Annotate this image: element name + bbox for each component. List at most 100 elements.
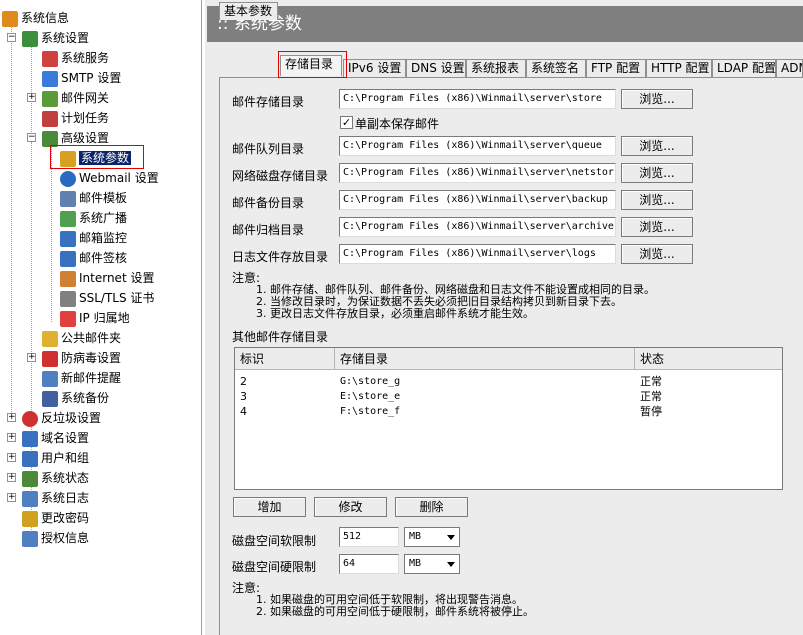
- webmail-icon: [60, 170, 76, 187]
- sidebar-item-ip-location[interactable]: IP 归属地: [60, 308, 130, 328]
- new-mail-icon: [42, 370, 58, 387]
- sidebar-item-antispam[interactable]: 反垃圾设置: [22, 408, 101, 428]
- note-line: 3. 更改日志文件存放目录，必须重启邮件系统才能生效。: [256, 307, 534, 320]
- sidebar-item-schedule[interactable]: 计划任务: [42, 108, 109, 128]
- browse-button[interactable]: 浏览...: [621, 89, 693, 109]
- row-id: 3: [240, 390, 247, 403]
- monitor-icon: [60, 230, 76, 247]
- sidebar-item-domain[interactable]: 域名设置: [22, 428, 89, 448]
- delete-button[interactable]: 删除: [395, 497, 468, 517]
- internet-icon: [60, 270, 76, 287]
- note-line: 2. 如果磁盘的可用空间低于硬限制，邮件系统将被停止。: [256, 605, 534, 618]
- sidebar-item-label: 用户和组: [41, 451, 90, 465]
- sidebar-item-broadcast[interactable]: 系统广播: [60, 208, 127, 228]
- sidebar-item-ssl[interactable]: SSL/TLS 证书: [60, 288, 154, 308]
- tab-signature[interactable]: 系统签名: [526, 59, 586, 77]
- logs-label: 日志文件存放目录: [232, 250, 329, 264]
- sidebar-item-label: 系统日志: [41, 491, 90, 505]
- row-path: G:\store_g: [340, 376, 401, 387]
- tab-adm[interactable]: ADM: [776, 59, 803, 77]
- tab-ftp[interactable]: FTP 配置: [586, 59, 646, 77]
- expand-toggle[interactable]: +: [7, 433, 16, 442]
- sidebar-item-public-folder[interactable]: 公共邮件夹: [42, 328, 121, 348]
- selected-unit: MB: [409, 558, 422, 569]
- browse-button[interactable]: 浏览...: [621, 217, 693, 237]
- tab-ipv6[interactable]: IPv6 设置: [343, 59, 406, 77]
- other-storage-title: 其他邮件存储目录: [232, 330, 329, 344]
- mail-store-input[interactable]: C:\Program Files (x86)\Winmail\server\st…: [339, 89, 616, 109]
- netstore-input[interactable]: C:\Program Files (x86)\Winmail\server\ne…: [339, 163, 616, 183]
- single-copy-checkbox[interactable]: ✓: [340, 116, 353, 129]
- sidebar-item-status[interactable]: 系统状态: [22, 468, 89, 488]
- browse-button[interactable]: 浏览...: [621, 244, 693, 264]
- hard-limit-unit-select[interactable]: MB: [404, 554, 460, 574]
- sidebar-item-antivirus[interactable]: 防病毒设置: [42, 348, 121, 368]
- sidebar-item-smtp[interactable]: SMTP 设置: [42, 68, 121, 88]
- sidebar-item-users[interactable]: 用户和组: [22, 448, 89, 468]
- column-header-path[interactable]: 存储目录: [335, 348, 635, 370]
- backup-input[interactable]: C:\Program Files (x86)\Winmail\server\ba…: [339, 190, 616, 210]
- sidebar-item-label: 系统设置: [41, 31, 90, 45]
- queue-input[interactable]: C:\Program Files (x86)\Winmail\server\qu…: [339, 136, 616, 156]
- sidebar-item-label: 计划任务: [61, 111, 110, 125]
- row-path: F:\store_f: [340, 406, 401, 417]
- sidebar-item-system-settings[interactable]: 系统设置: [22, 28, 89, 48]
- expand-toggle[interactable]: +: [7, 473, 16, 482]
- table-row[interactable]: 4 F:\store_f 暂停: [235, 404, 782, 419]
- row-id: 4: [240, 405, 247, 418]
- sidebar-item-label: IP 归属地: [79, 311, 130, 325]
- sidebar-item-new-mail[interactable]: 新邮件提醒: [42, 368, 121, 388]
- expand-toggle[interactable]: +: [7, 413, 16, 422]
- browse-button[interactable]: 浏览...: [621, 136, 693, 156]
- column-header-id[interactable]: 标识: [235, 348, 335, 370]
- edit-button[interactable]: 修改: [314, 497, 387, 517]
- sidebar-item-label: Internet 设置: [79, 271, 155, 285]
- other-storage-table[interactable]: 标识 存储目录 状态 2 G:\store_g 正常 3 E:\store_e …: [234, 347, 783, 490]
- row-id: 2: [240, 375, 247, 388]
- column-header-status[interactable]: 状态: [635, 348, 782, 370]
- sidebar-item-license[interactable]: 授权信息: [22, 528, 89, 548]
- add-button[interactable]: 增加: [233, 497, 306, 517]
- archive-input[interactable]: C:\Program Files (x86)\Winmail\server\ar…: [339, 217, 616, 237]
- browse-button[interactable]: 浏览...: [621, 163, 693, 183]
- tab-basic-params[interactable]: 基本参数: [219, 2, 278, 20]
- expand-toggle[interactable]: +: [7, 493, 16, 502]
- sidebar-item-gateway[interactable]: 邮件网关: [42, 88, 109, 108]
- tab-http[interactable]: HTTP 配置: [646, 59, 712, 77]
- logs-input[interactable]: C:\Program Files (x86)\Winmail\server\lo…: [339, 244, 616, 264]
- soft-limit-input[interactable]: 512: [339, 527, 399, 547]
- broadcast-icon: [60, 210, 76, 227]
- table-row[interactable]: 2 G:\store_g 正常: [235, 374, 782, 389]
- sidebar-item-internet[interactable]: Internet 设置: [60, 268, 154, 288]
- archive-label: 邮件归档目录: [232, 223, 305, 237]
- smtp-icon: [42, 70, 58, 87]
- hard-limit-input[interactable]: 64: [339, 554, 399, 574]
- sidebar-item-approval[interactable]: 邮件签核: [60, 248, 127, 268]
- sidebar-item-backup[interactable]: 系统备份: [42, 388, 109, 408]
- selected-unit: MB: [409, 531, 422, 542]
- expand-toggle[interactable]: +: [27, 93, 36, 102]
- sidebar-item-system-service[interactable]: 系统服务: [42, 48, 109, 68]
- expand-toggle[interactable]: +: [7, 453, 16, 462]
- sidebar-item-monitor[interactable]: 邮箱监控: [60, 228, 127, 248]
- sidebar-item-label: 防病毒设置: [61, 351, 122, 365]
- sidebar-item-label: 更改密码: [41, 511, 90, 525]
- sidebar-item-password[interactable]: 更改密码: [22, 508, 89, 528]
- tab-ldap[interactable]: LDAP 配置: [712, 59, 776, 77]
- sidebar-item-webmail[interactable]: Webmail 设置: [60, 168, 159, 188]
- collapse-toggle[interactable]: −: [7, 33, 16, 42]
- soft-limit-unit-select[interactable]: MB: [404, 527, 460, 547]
- tree-line: [51, 142, 52, 322]
- sidebar-item-template[interactable]: 邮件模板: [60, 188, 127, 208]
- tab-dns[interactable]: DNS 设置: [406, 59, 466, 77]
- table-row[interactable]: 3 E:\store_e 正常: [235, 389, 782, 404]
- tab-report[interactable]: 系统报表: [466, 59, 526, 77]
- ip-location-icon: [60, 310, 76, 327]
- sidebar-item-system-info[interactable]: 系统信息: [2, 8, 69, 28]
- collapse-toggle[interactable]: −: [27, 133, 36, 142]
- sidebar-item-label: SMTP 设置: [61, 71, 122, 85]
- browse-button[interactable]: 浏览...: [621, 190, 693, 210]
- tree-line: [11, 22, 12, 422]
- expand-toggle[interactable]: +: [27, 353, 36, 362]
- sidebar-item-log[interactable]: 系统日志: [22, 488, 89, 508]
